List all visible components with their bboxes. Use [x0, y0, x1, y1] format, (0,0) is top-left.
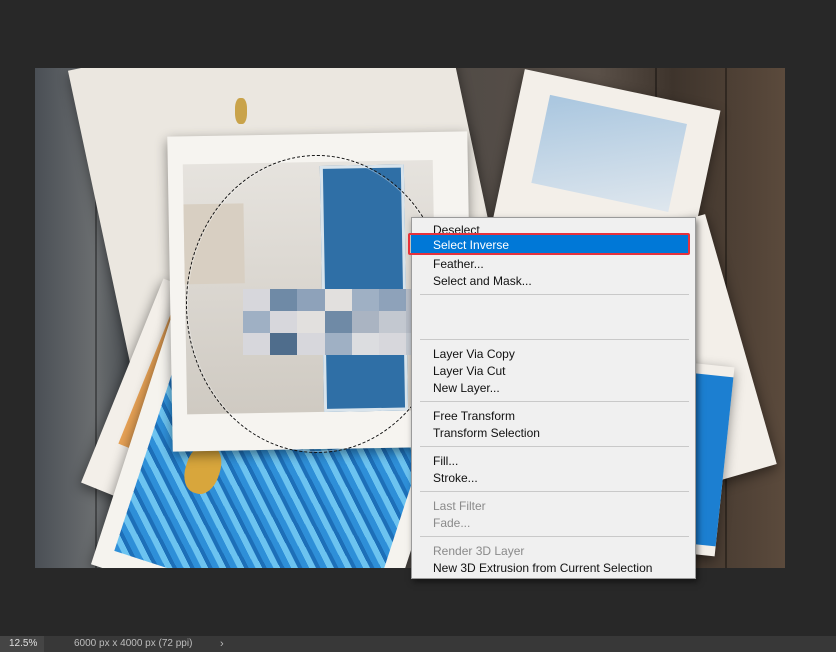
pixel-block: [243, 311, 271, 333]
pineapple-small: [235, 98, 247, 124]
document-size: 6000 px x 4000 px (72 ppi): [74, 638, 193, 649]
menu-separator: [420, 339, 689, 340]
pixel-block: [324, 333, 353, 355]
status-menu-arrow-icon[interactable]: ›: [220, 636, 224, 652]
menu-item-fade: Fade...: [433, 516, 471, 530]
photo-main-image: [182, 160, 438, 415]
pixel-block: [243, 289, 271, 311]
annotation-frame: [408, 233, 690, 255]
menu-item-last-filter: Last Filter: [433, 499, 486, 513]
status-bar: 12.5% 6000 px x 4000 px (72 ppi) ›: [0, 636, 836, 652]
pixel-block: [351, 333, 380, 355]
menu-separator: [420, 491, 689, 492]
pixel-block: [270, 333, 299, 355]
workspace: Deselect Feather... Select and Mask... Laye…: [0, 0, 836, 636]
pixel-block: [243, 333, 271, 355]
menu-separator: [420, 401, 689, 402]
menu-item-free-transform[interactable]: Free Transform: [433, 408, 515, 425]
menu-item-new-3d-extrusion[interactable]: New 3D Extrusion from Current Selection: [433, 560, 652, 577]
pixel-block: [351, 289, 380, 311]
pixel-block: [378, 289, 407, 311]
menu-item-layer-via-cut[interactable]: Layer Via Cut: [433, 363, 506, 380]
pixel-block: [324, 311, 353, 333]
menu-item-stroke[interactable]: Stroke...: [433, 470, 478, 487]
pixel-block: [297, 311, 326, 333]
context-menu: Deselect Feather... Select and Mask... Laye…: [411, 217, 696, 579]
menu-separator: [420, 446, 689, 447]
menu-separator: [420, 536, 689, 537]
pixel-block: [270, 289, 299, 311]
menu-item-select-and-mask[interactable]: Select and Mask...: [433, 273, 532, 290]
pixel-block: [297, 333, 326, 355]
menu-item-fill[interactable]: Fill...: [433, 453, 458, 470]
pixel-block: [378, 311, 407, 333]
pixel-block: [324, 289, 353, 311]
pixel-block: [270, 311, 299, 333]
menu-item-layer-via-copy[interactable]: Layer Via Copy: [433, 346, 515, 363]
photo-right-image: [531, 94, 687, 213]
pixel-block: [351, 311, 380, 333]
pixel-block: [297, 289, 326, 311]
menu-separator: [420, 294, 689, 295]
menu-item-feather[interactable]: Feather...: [433, 256, 484, 273]
pixel-block: [378, 333, 407, 355]
building: [183, 203, 245, 285]
menu-item-render-3d-layer: Render 3D Layer: [433, 544, 525, 558]
menu-item-new-layer[interactable]: New Layer...: [433, 380, 500, 397]
menu-item-transform-selection[interactable]: Transform Selection: [433, 425, 540, 442]
zoom-level[interactable]: 12.5%: [0, 636, 44, 652]
